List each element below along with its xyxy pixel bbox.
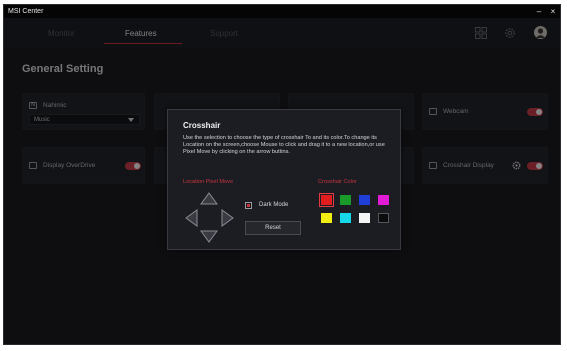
color-swatch[interactable]	[321, 213, 332, 223]
color-swatch[interactable]	[340, 195, 351, 205]
color-swatch[interactable]	[378, 213, 389, 223]
pixel-move-pad	[183, 192, 237, 244]
arrow-left-icon[interactable]	[185, 209, 198, 227]
color-swatch[interactable]	[340, 213, 351, 223]
close-button[interactable]: ×	[546, 5, 560, 18]
crosshair-dialog: Crosshair Use the selection to choose th…	[167, 109, 401, 250]
title-bar: MSI Center – ×	[4, 5, 560, 18]
dialog-description: Use the selection to choose the type of …	[183, 135, 385, 156]
msi-center-window: MSI Center – × Monitor Features Support …	[3, 4, 561, 345]
color-swatch[interactable]	[359, 213, 370, 223]
minimize-button[interactable]: –	[532, 5, 546, 18]
color-swatch[interactable]	[359, 195, 370, 205]
arrow-up-icon[interactable]	[200, 192, 218, 205]
arrow-down-icon[interactable]	[200, 230, 218, 243]
color-swatch[interactable]	[378, 195, 389, 205]
dark-mode-checkbox[interactable]	[245, 202, 252, 209]
color-swatch[interactable]	[319, 193, 334, 207]
crosshair-color-label: Crosshair Color	[318, 179, 357, 185]
dialog-title: Crosshair	[183, 121, 221, 130]
reset-button[interactable]: Reset	[245, 221, 301, 235]
dark-mode-label: Dark Mode	[259, 202, 289, 208]
arrow-right-icon[interactable]	[221, 209, 234, 227]
app-title: MSI Center	[8, 8, 44, 15]
location-pixel-move-label: Location Pixel Move	[183, 179, 234, 185]
